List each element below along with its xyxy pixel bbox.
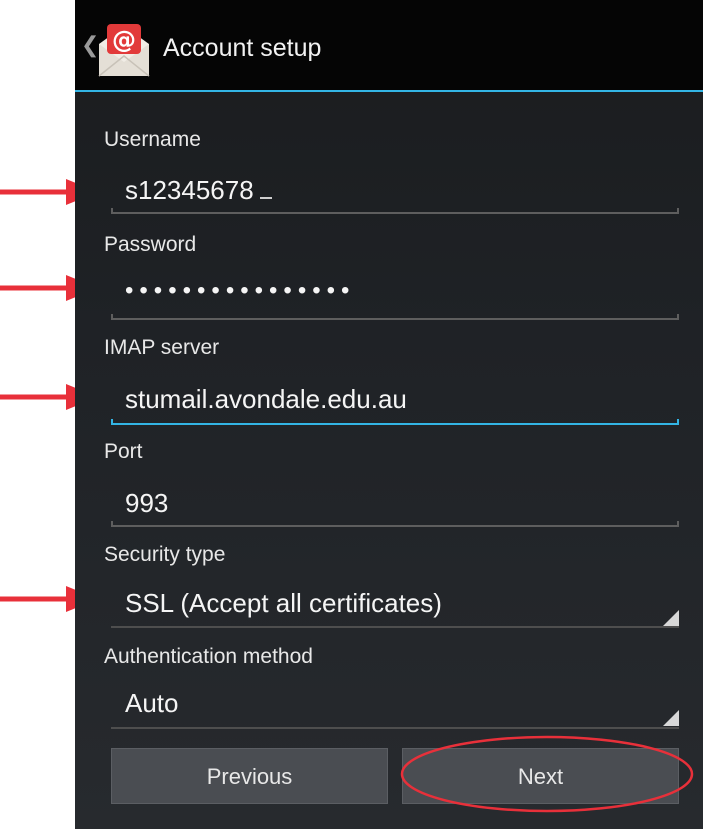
previous-button[interactable]: Previous xyxy=(111,748,388,804)
username-value: s12345678 xyxy=(125,175,254,205)
action-bar: ❮ @ Account setup xyxy=(75,0,703,92)
imap-server-input[interactable]: stumail.avondale.edu.au xyxy=(125,384,407,414)
text-cursor xyxy=(259,197,272,199)
email-app-icon[interactable]: @ xyxy=(95,22,153,78)
username-label: Username xyxy=(104,128,201,151)
action-bar-divider xyxy=(75,90,703,92)
imap-server-underline-focused xyxy=(111,419,679,425)
port-underline xyxy=(111,521,679,527)
password-input[interactable]: •••••••••••••••• xyxy=(125,276,355,306)
page-title: Account setup xyxy=(163,34,322,62)
svg-text:@: @ xyxy=(112,26,136,54)
port-label: Port xyxy=(104,440,143,463)
password-label: Password xyxy=(104,233,197,256)
username-input[interactable]: s12345678 xyxy=(125,175,272,205)
spinner-triangle-icon xyxy=(663,610,679,626)
auth-method-label: Authentication method xyxy=(104,645,313,668)
port-input[interactable]: 993 xyxy=(125,488,168,518)
auth-method-spinner[interactable]: Auto xyxy=(125,688,179,718)
spinner-triangle-icon xyxy=(663,710,679,726)
imap-server-label: IMAP server xyxy=(104,336,220,359)
annotation-ellipse-next xyxy=(400,735,694,813)
username-underline xyxy=(111,208,679,214)
auth-method-spinner-line xyxy=(111,727,679,729)
phone-screen: ❮ @ Account setup Username s12345678 Pas… xyxy=(75,0,703,829)
security-type-spinner[interactable]: SSL (Accept all certificates) xyxy=(125,588,442,618)
password-underline xyxy=(111,314,679,320)
security-type-label: Security type xyxy=(104,543,226,566)
security-type-spinner-line xyxy=(111,626,679,628)
